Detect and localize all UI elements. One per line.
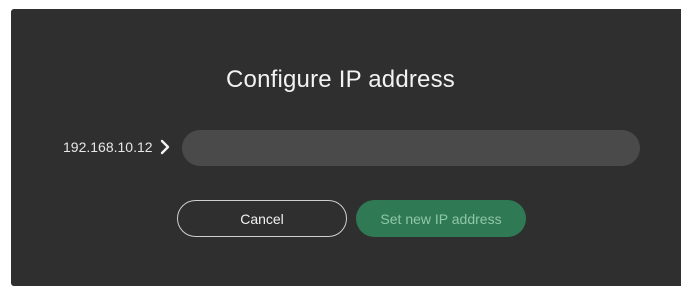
chevron-right-icon — [160, 139, 170, 155]
cancel-button[interactable]: Cancel — [177, 200, 347, 237]
set-new-ip-button-label: Set new IP address — [380, 210, 502, 227]
set-new-ip-button[interactable]: Set new IP address — [356, 200, 526, 237]
cancel-button-label: Cancel — [240, 210, 284, 227]
new-ip-input[interactable] — [182, 130, 640, 166]
dialog-title: Configure IP address — [225, 66, 456, 93]
current-ip-label: 192.168.10.12 — [63, 139, 153, 155]
